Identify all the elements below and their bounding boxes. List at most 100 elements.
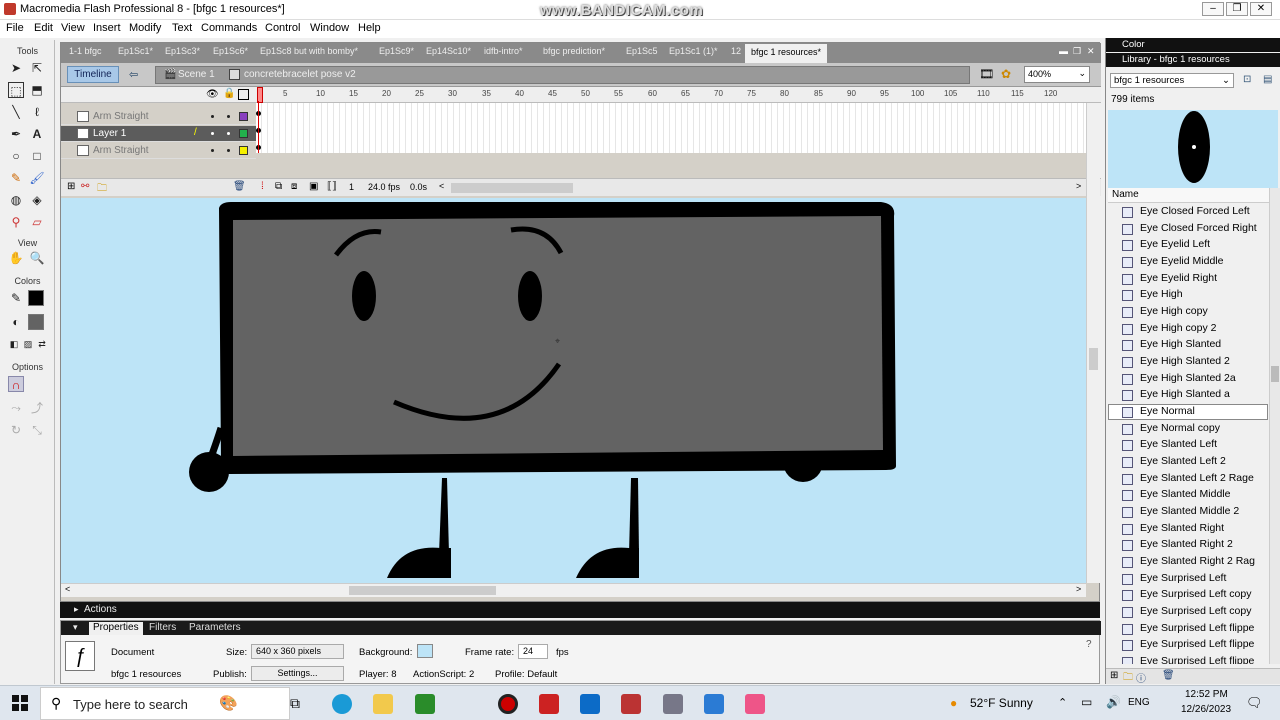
center-frame-icon[interactable]: ⁞ [261, 181, 264, 192]
properties-icon[interactable]: ⓘ [1136, 670, 1146, 685]
fill-color-icon[interactable]: ◐ [8, 314, 24, 330]
library-item[interactable]: Eye High Slanted a [1140, 388, 1265, 404]
library-item[interactable]: Eye Slanted Left [1140, 438, 1265, 454]
new-library-icon[interactable]: ▤ [1263, 74, 1272, 85]
flash-taskbar-icon[interactable] [539, 694, 559, 714]
ink-bottle-tool-icon[interactable]: ◍ [8, 192, 24, 208]
library-item[interactable]: Eye Surprised Left flippe [1140, 638, 1265, 654]
scroll-left-icon[interactable]: < [65, 584, 70, 594]
stage-hscrollbar[interactable]: < > [61, 583, 1086, 597]
pin-library-icon[interactable]: ⊡ [1243, 74, 1251, 85]
motion-guide-icon[interactable]: ⚯ [81, 181, 89, 192]
menu-control[interactable]: Control [265, 22, 300, 34]
app-icon[interactable] [621, 694, 641, 714]
file-explorer-icon[interactable] [373, 694, 393, 714]
library-scrollbar[interactable] [1269, 188, 1280, 664]
collapse-triangle-icon[interactable]: ▾ [73, 622, 78, 633]
frame-rate-input[interactable]: 24 [518, 644, 548, 659]
fill-transform-tool-icon[interactable]: ⬒ [29, 82, 45, 98]
brush-tool-icon[interactable]: 🖌 [29, 170, 45, 186]
free-transform-tool-icon[interactable]: ⬚ [8, 82, 24, 98]
volume-icon[interactable]: 🔊 [1106, 695, 1121, 709]
edit-multiple-icon[interactable]: ▣ [309, 181, 318, 192]
doc-tab[interactable]: Ep1Sc6* [213, 46, 248, 56]
edit-scene-icon[interactable]: 🎞 [979, 67, 994, 81]
doc-tab[interactable]: Ep1Sc1 (1)* [669, 46, 718, 56]
library-name-column-header[interactable]: Name [1108, 188, 1278, 203]
library-item[interactable]: Eye Closed Forced Left [1140, 205, 1265, 221]
text-tool-icon[interactable]: A [29, 126, 45, 142]
language-indicator[interactable]: ENG [1128, 697, 1150, 708]
selection-tool-icon[interactable]: ➤ [8, 60, 24, 76]
rectangle-tool-icon[interactable]: □ [29, 148, 45, 164]
doc-tab[interactable]: Ep1Sc5 [626, 46, 658, 56]
library-item[interactable]: Eye Eyelid Right [1140, 272, 1265, 288]
eye-icon[interactable]: 👁 [206, 89, 219, 100]
library-item[interactable]: Eye Slanted Middle 2 [1140, 505, 1265, 521]
library-item[interactable]: Eye High copy 2 [1140, 322, 1265, 338]
insert-layer-icon[interactable]: ⊞ [67, 181, 75, 192]
frame-grid[interactable] [256, 101, 1086, 153]
library-item[interactable]: Eye Surprised Left [1140, 572, 1265, 588]
onion-outlines-icon[interactable]: ⧈ [291, 181, 297, 192]
new-symbol-icon[interactable]: ⊞ [1110, 670, 1118, 681]
color-panel-header[interactable]: Color [1106, 38, 1280, 52]
library-item[interactable]: Eye High Slanted [1140, 338, 1265, 354]
edge-icon[interactable] [332, 694, 352, 714]
tab-filters[interactable]: Filters [145, 622, 180, 633]
swap-colors-icon[interactable]: ⇄ [34, 336, 50, 352]
minimize-button[interactable]: – [1202, 2, 1224, 16]
doc-tab[interactable]: Ep1Sc1* [118, 46, 153, 56]
menu-file[interactable]: File [6, 22, 24, 34]
timeline-toggle-button[interactable]: Timeline [67, 66, 119, 83]
maximize-button[interactable]: ❐ [1226, 2, 1248, 16]
doc-tab[interactable]: 1-1 bfgc [69, 46, 102, 56]
oval-tool-icon[interactable]: ○ [8, 148, 24, 164]
menu-edit[interactable]: Edit [34, 22, 53, 34]
library-item[interactable]: Eye Slanted Left 2 Rage [1140, 472, 1265, 488]
doc-tab[interactable]: bfgc prediction* [543, 46, 605, 56]
eraser-tool-icon[interactable]: ▱ [29, 214, 45, 230]
camera-icon[interactable] [663, 694, 683, 714]
onion-markers-icon[interactable]: ⟦⟧ [327, 181, 337, 192]
taskbar-search-box[interactable]: ⚲ Type here to search 🎨 [40, 687, 290, 720]
line-tool-icon[interactable]: ╲ [8, 104, 24, 120]
snap-magnet-icon[interactable]: ∩ [8, 376, 24, 392]
back-arrow-icon[interactable]: ⇦ [129, 68, 143, 82]
library-item[interactable]: Eye Slanted Right [1140, 522, 1265, 538]
weather-text[interactable]: 52°F Sunny [970, 696, 1033, 710]
library-item[interactable]: Eye Closed Forced Right [1140, 222, 1265, 238]
library-item[interactable]: Eye Normal copy [1140, 422, 1265, 438]
library-item[interactable]: Eye High copy [1140, 305, 1265, 321]
scroll-left-icon[interactable]: < [439, 181, 444, 191]
zoom-select[interactable]: 400% ⌄ [1024, 66, 1090, 83]
library-item[interactable]: Eye Surprised Left copy [1140, 588, 1265, 604]
doc-tab[interactable]: idfb-intro* [484, 46, 523, 56]
tab-properties[interactable]: Properties [89, 622, 143, 635]
help-icon[interactable]: ? [1086, 639, 1092, 650]
outline-toggle-icon[interactable] [238, 89, 249, 100]
library-item-selected[interactable]: Eye Normal [1140, 405, 1265, 421]
photos-icon[interactable] [580, 694, 600, 714]
eyedropper-tool-icon[interactable]: ⚲ [8, 214, 24, 230]
library-item[interactable]: Eye High [1140, 288, 1265, 304]
hscroll-thumb[interactable] [349, 586, 496, 595]
pencil-tool-icon[interactable]: ✎ [8, 170, 24, 186]
doc-tab[interactable]: 12 [731, 46, 741, 56]
library-scroll-thumb[interactable] [1271, 366, 1279, 382]
scene-breadcrumb[interactable]: Scene 1 [178, 69, 215, 80]
menu-text[interactable]: Text [172, 22, 192, 34]
doc-restore-icon[interactable]: ❐ [1073, 46, 1081, 57]
lock-icon[interactable]: 🔒 [223, 88, 235, 99]
library-item[interactable]: Eye High Slanted 2 [1140, 355, 1265, 371]
library-panel-header[interactable]: Library - bfgc 1 resources [1106, 53, 1280, 67]
library-document-select[interactable]: bfgc 1 resources ⌄ [1110, 73, 1234, 88]
menu-insert[interactable]: Insert [93, 22, 121, 34]
library-item[interactable]: Eye Slanted Right 2 [1140, 538, 1265, 554]
library-item[interactable]: Eye Surprised Left flippe [1140, 655, 1265, 664]
menu-help[interactable]: Help [358, 22, 381, 34]
library-item[interactable]: Eye Surprised Left flippe [1140, 622, 1265, 638]
tab-parameters[interactable]: Parameters [185, 622, 245, 633]
lasso-tool-icon[interactable]: ℓ [29, 104, 45, 120]
library-item[interactable]: Eye Slanted Middle [1140, 488, 1265, 504]
